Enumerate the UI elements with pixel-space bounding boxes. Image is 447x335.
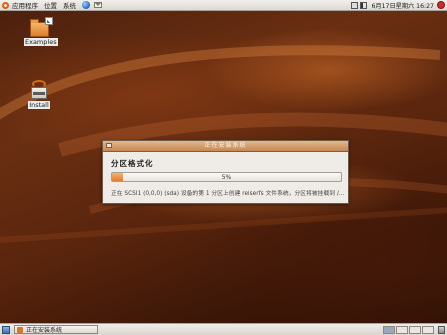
workspace-4[interactable]: [422, 325, 434, 334]
installer-dialog: 正在安装系统 分区格式化 5% 正在 SCSI1 (0,0,0) (sda) 设…: [102, 140, 349, 204]
step-title: 分区格式化: [111, 159, 154, 168]
installer-task-icon: [17, 326, 23, 333]
workspace-2[interactable]: [396, 325, 408, 334]
top-panel: 应用程序 位置 系统 6月17日星期六 16:27: [0, 0, 447, 11]
desktop-icon-examples[interactable]: Examples: [24, 17, 58, 46]
window-menu-icon[interactable]: [106, 143, 112, 148]
system-tray: 6月17日星期六 16:27: [349, 1, 445, 10]
desktop-icon-label: Install: [28, 101, 50, 109]
mail-icon[interactable]: [94, 2, 102, 8]
taskbar-button-installer[interactable]: 正在安装系统: [14, 325, 98, 334]
folder-icon: [29, 17, 53, 37]
workspace-3[interactable]: [409, 325, 421, 334]
progress-label: 5%: [221, 174, 232, 181]
desktop-icon-label: Examples: [24, 38, 58, 46]
dialog-title: 正在安装系统: [204, 142, 247, 149]
workspace-switcher[interactable]: [382, 325, 434, 334]
clock[interactable]: 6月17日星期六 16:27: [371, 1, 434, 10]
taskbar-button-label: 正在安装系统: [26, 327, 63, 334]
network-icon[interactable]: [351, 1, 359, 9]
symlink-badge-icon: [44, 17, 53, 25]
menu-places[interactable]: 位置: [44, 0, 57, 10]
workspace-1[interactable]: [383, 325, 395, 334]
globe-icon[interactable]: [82, 1, 90, 9]
trash-icon[interactable]: [438, 325, 445, 334]
menu-system[interactable]: 系统: [63, 0, 76, 10]
volume-icon[interactable]: [360, 1, 368, 9]
installer-icon: [29, 80, 49, 100]
bottom-panel: 正在安装系统: [0, 323, 447, 335]
ubuntu-logo-icon[interactable]: [2, 1, 9, 9]
dialog-titlebar[interactable]: 正在安装系统: [103, 141, 348, 152]
desktop-icon-install[interactable]: Install: [24, 80, 54, 109]
show-desktop-icon[interactable]: [2, 325, 10, 334]
power-icon[interactable]: [437, 1, 445, 9]
status-text: 正在 SCSI1 (0,0,0) (sda) 设备的第 1 分区上创建 reis…: [111, 191, 345, 197]
progress-bar: 5%: [111, 172, 342, 182]
menu-applications[interactable]: 应用程序: [12, 0, 38, 10]
